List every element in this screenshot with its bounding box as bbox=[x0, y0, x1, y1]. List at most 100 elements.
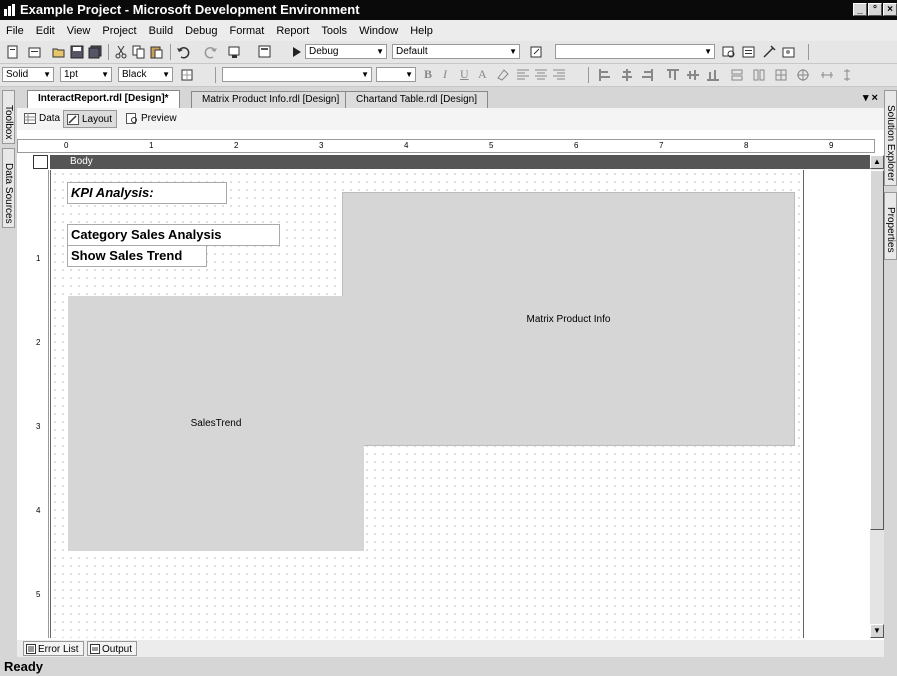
start-icon[interactable] bbox=[290, 45, 304, 59]
align-bottoms-icon[interactable] bbox=[706, 68, 720, 82]
font-name-select[interactable]: ▼ bbox=[222, 67, 372, 82]
properties-icon[interactable] bbox=[742, 45, 756, 59]
kpi-analysis-textbox[interactable]: KPI Analysis: bbox=[67, 182, 227, 204]
font-size-select[interactable]: ▼ bbox=[376, 67, 416, 82]
app-icon bbox=[4, 4, 15, 16]
tab-data[interactable]: Data bbox=[21, 110, 64, 128]
tab-output[interactable]: Output bbox=[87, 641, 138, 656]
align-lefts-icon[interactable] bbox=[598, 68, 612, 82]
line-width-select[interactable]: 1pt ▼ bbox=[60, 67, 112, 82]
menu-tools[interactable]: Tools bbox=[315, 25, 353, 37]
menu-file[interactable]: File bbox=[0, 25, 30, 37]
find-combo[interactable]: ▼ bbox=[555, 44, 715, 59]
solution-explorer-tab[interactable]: Solution Explorer bbox=[884, 90, 897, 186]
menu-format[interactable]: Format bbox=[224, 25, 271, 37]
bottom-tool-tabs: Error List Output bbox=[17, 640, 884, 657]
scroll-thumb[interactable] bbox=[870, 170, 884, 530]
same-height-icon[interactable] bbox=[752, 68, 766, 82]
output-icon bbox=[90, 644, 100, 654]
scroll-down-icon[interactable]: ▼ bbox=[870, 624, 884, 638]
same-size-icon[interactable] bbox=[774, 68, 788, 82]
horizontal-spacing-icon[interactable] bbox=[820, 68, 834, 82]
align-middles-icon[interactable] bbox=[686, 68, 700, 82]
restore-button[interactable]: ° bbox=[868, 3, 882, 16]
line-style-select[interactable]: Solid ▼ bbox=[2, 67, 54, 82]
solution-explorer-icon[interactable] bbox=[722, 45, 736, 59]
navigate-icon[interactable] bbox=[228, 45, 242, 59]
layout-icon bbox=[67, 114, 79, 125]
chevron-down-icon: ▼ bbox=[405, 70, 413, 79]
chevron-down-icon: ▼ bbox=[704, 47, 712, 56]
menu-help[interactable]: Help bbox=[404, 25, 439, 37]
align-left-icon[interactable] bbox=[516, 68, 530, 82]
platform-select[interactable]: Default ▼ bbox=[392, 44, 520, 59]
find-in-files-icon[interactable] bbox=[530, 45, 544, 59]
bookmark-icon[interactable] bbox=[258, 45, 272, 59]
undo-icon[interactable] bbox=[176, 45, 190, 59]
horizontal-ruler: 0 1 2 3 4 5 6 7 8 9 bbox=[17, 139, 875, 153]
object-browser-icon[interactable] bbox=[782, 45, 796, 59]
line-color-select[interactable]: Black ▼ bbox=[118, 67, 173, 82]
vertical-ruler: 1 2 3 4 5 bbox=[33, 170, 49, 638]
cut-icon[interactable] bbox=[114, 45, 128, 59]
menu-report[interactable]: Report bbox=[270, 25, 315, 37]
body-right-edge[interactable] bbox=[803, 170, 804, 638]
menu-build[interactable]: Build bbox=[143, 25, 179, 37]
document-window-controls[interactable]: ▾ × bbox=[863, 91, 878, 104]
copy-icon[interactable] bbox=[132, 45, 146, 59]
vertical-scrollbar[interactable]: ▲ ▼ bbox=[870, 155, 884, 638]
tab-interact-report[interactable]: InteractReport.rdl [Design]* bbox=[27, 90, 180, 109]
close-button[interactable]: × bbox=[883, 3, 897, 16]
fill-color-icon[interactable] bbox=[496, 68, 510, 82]
menu-edit[interactable]: Edit bbox=[30, 25, 61, 37]
same-width-icon[interactable] bbox=[730, 68, 744, 82]
bold-button[interactable]: B bbox=[424, 67, 432, 82]
save-icon[interactable] bbox=[70, 45, 84, 59]
paste-icon[interactable] bbox=[150, 45, 164, 59]
properties-tab[interactable]: Properties bbox=[884, 192, 897, 260]
document-tabs: InteractReport.rdl [Design]* Matrix Prod… bbox=[17, 88, 884, 109]
new-project-icon[interactable] bbox=[6, 45, 20, 59]
right-tool-strip: Solution Explorer Properties bbox=[884, 88, 897, 648]
chevron-down-icon: ▼ bbox=[101, 70, 109, 79]
tab-chartand-table[interactable]: Chartand Table.rdl [Design] bbox=[345, 91, 488, 109]
tab-preview[interactable]: Preview bbox=[123, 110, 181, 128]
vertical-spacing-icon[interactable] bbox=[840, 68, 854, 82]
select-all-corner[interactable] bbox=[33, 155, 48, 169]
align-tops-icon[interactable] bbox=[666, 68, 680, 82]
align-right-icon[interactable] bbox=[552, 68, 566, 82]
border-icon[interactable] bbox=[180, 68, 194, 82]
toolbox-icon[interactable] bbox=[762, 45, 776, 59]
tab-layout[interactable]: Layout bbox=[63, 110, 118, 128]
report-body[interactable]: KPI Analysis: Category Sales Analysis Sh… bbox=[50, 170, 805, 638]
menu-view[interactable]: View bbox=[61, 25, 97, 37]
menu-debug[interactable]: Debug bbox=[179, 25, 223, 37]
open-icon[interactable] bbox=[52, 45, 66, 59]
align-centers-icon[interactable] bbox=[620, 68, 634, 82]
add-item-icon[interactable] bbox=[28, 45, 42, 59]
salestrend-subreport-lower[interactable] bbox=[68, 445, 364, 551]
minimize-button[interactable]: _ bbox=[853, 3, 867, 16]
status-bar: Ready bbox=[0, 658, 897, 676]
toolbox-tab[interactable]: Toolbox bbox=[2, 90, 15, 144]
italic-button[interactable]: I bbox=[443, 67, 447, 82]
underline-button[interactable]: U bbox=[460, 67, 469, 82]
font-color-button[interactable]: A bbox=[478, 67, 487, 82]
category-sales-analysis-textbox[interactable]: Category Sales Analysis bbox=[67, 224, 280, 246]
tab-error-list[interactable]: Error List bbox=[23, 641, 84, 656]
body-section-header[interactable]: Body bbox=[50, 155, 870, 169]
matrix-product-info-subreport[interactable]: Matrix Product Info bbox=[342, 192, 795, 446]
size-to-grid-icon[interactable] bbox=[796, 68, 810, 82]
data-sources-tab[interactable]: Data Sources bbox=[2, 148, 15, 228]
redo-icon[interactable] bbox=[204, 45, 218, 59]
menu-project[interactable]: Project bbox=[96, 25, 142, 37]
align-center-icon[interactable] bbox=[534, 68, 548, 82]
align-rights-icon[interactable] bbox=[640, 68, 654, 82]
chevron-down-icon: ▼ bbox=[43, 70, 51, 79]
save-all-icon[interactable] bbox=[88, 45, 102, 59]
tab-matrix-product-info[interactable]: Matrix Product Info.rdl [Design] bbox=[191, 91, 351, 109]
show-sales-trend-textbox[interactable]: Show Sales Trend bbox=[67, 245, 207, 267]
scroll-up-icon[interactable]: ▲ bbox=[870, 155, 884, 169]
menu-window[interactable]: Window bbox=[353, 25, 404, 37]
solution-config-select[interactable]: Debug ▼ bbox=[305, 44, 387, 59]
